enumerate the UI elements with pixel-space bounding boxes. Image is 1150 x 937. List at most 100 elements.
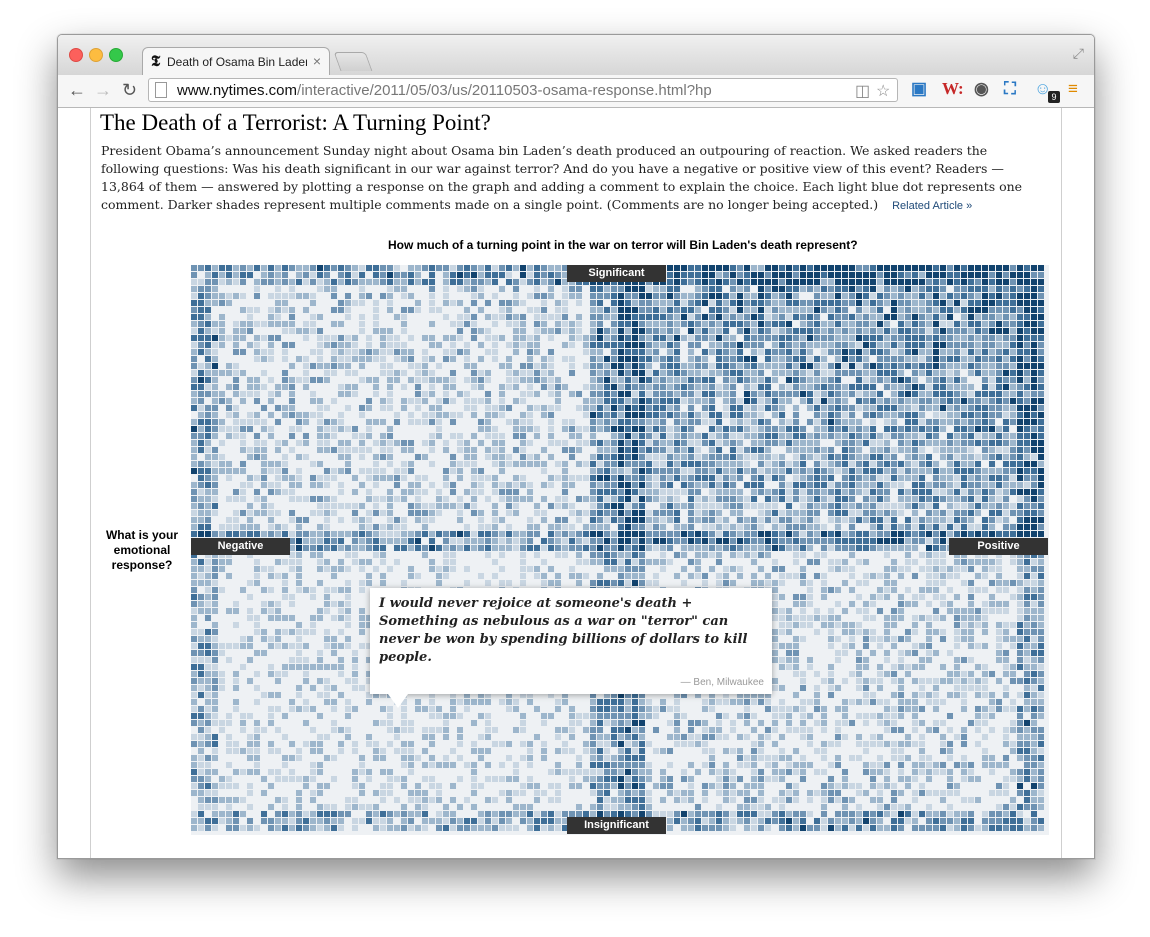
fullscreen-icon[interactable]: ⤢ xyxy=(1073,45,1084,62)
response-cell[interactable] xyxy=(590,468,596,474)
response-cell[interactable] xyxy=(870,265,876,271)
response-cell[interactable] xyxy=(1003,489,1009,495)
response-cell[interactable] xyxy=(1017,489,1023,495)
response-cell[interactable] xyxy=(996,314,1002,320)
response-cell[interactable] xyxy=(205,517,211,523)
response-cell[interactable] xyxy=(240,398,246,404)
response-cell[interactable] xyxy=(520,559,526,565)
response-cell[interactable] xyxy=(730,447,736,453)
response-cell[interactable] xyxy=(548,370,554,376)
response-cell[interactable] xyxy=(478,307,484,313)
response-cell[interactable] xyxy=(625,433,631,439)
response-cell[interactable] xyxy=(758,391,764,397)
response-cell[interactable] xyxy=(520,482,526,488)
response-cell[interactable] xyxy=(926,321,932,327)
response-cell[interactable] xyxy=(646,538,652,544)
response-cell[interactable] xyxy=(352,349,358,355)
response-cell[interactable] xyxy=(730,307,736,313)
response-cell[interactable] xyxy=(814,272,820,278)
response-cell[interactable] xyxy=(779,265,785,271)
response-cell[interactable] xyxy=(849,496,855,502)
response-cell[interactable] xyxy=(625,419,631,425)
response-cell[interactable] xyxy=(324,335,330,341)
response-cell[interactable] xyxy=(198,398,204,404)
response-cell[interactable] xyxy=(611,552,617,558)
response-cell[interactable] xyxy=(303,279,309,285)
response-cell[interactable] xyxy=(282,559,288,565)
response-cell[interactable] xyxy=(863,377,869,383)
response-cell[interactable] xyxy=(653,398,659,404)
response-cell[interactable] xyxy=(814,391,820,397)
response-cell[interactable] xyxy=(688,573,694,579)
response-cell[interactable] xyxy=(422,356,428,362)
response-cell[interactable] xyxy=(1031,412,1037,418)
response-cell[interactable] xyxy=(289,412,295,418)
response-cell[interactable] xyxy=(282,405,288,411)
response-cell[interactable] xyxy=(345,384,351,390)
response-cell[interactable] xyxy=(548,286,554,292)
response-cell[interactable] xyxy=(275,608,281,614)
response-cell[interactable] xyxy=(975,454,981,460)
response-cell[interactable] xyxy=(786,363,792,369)
response-cell[interactable] xyxy=(464,489,470,495)
response-cell[interactable] xyxy=(723,391,729,397)
response-cell[interactable] xyxy=(268,601,274,607)
response-cell[interactable] xyxy=(905,314,911,320)
response-cell[interactable] xyxy=(737,377,743,383)
response-cell[interactable] xyxy=(373,384,379,390)
response-cell[interactable] xyxy=(695,475,701,481)
response-cell[interactable] xyxy=(1010,461,1016,467)
response-cell[interactable] xyxy=(597,559,603,565)
response-cell[interactable] xyxy=(884,566,890,572)
response-cell[interactable] xyxy=(800,517,806,523)
response-cell[interactable] xyxy=(198,349,204,355)
response-cell[interactable] xyxy=(989,524,995,530)
response-cell[interactable] xyxy=(261,636,267,642)
response-cell[interactable] xyxy=(1038,412,1044,418)
response-cell[interactable] xyxy=(548,293,554,299)
response-cell[interactable] xyxy=(835,587,841,593)
response-cell[interactable] xyxy=(1031,496,1037,502)
response-cell[interactable] xyxy=(688,300,694,306)
response-cell[interactable] xyxy=(212,601,218,607)
response-cell[interactable] xyxy=(842,447,848,453)
response-cell[interactable] xyxy=(324,538,330,544)
response-cell[interactable] xyxy=(443,314,449,320)
response-cell[interactable] xyxy=(625,335,631,341)
response-cell[interactable] xyxy=(709,293,715,299)
response-cell[interactable] xyxy=(737,447,743,453)
response-cell[interactable] xyxy=(961,475,967,481)
response-cell[interactable] xyxy=(947,342,953,348)
response-cell[interactable] xyxy=(702,335,708,341)
response-cell[interactable] xyxy=(562,307,568,313)
response-cell[interactable] xyxy=(863,426,869,432)
response-cell[interactable] xyxy=(247,384,253,390)
response-cell[interactable] xyxy=(247,517,253,523)
response-cell[interactable] xyxy=(723,328,729,334)
response-cell[interactable] xyxy=(912,342,918,348)
response-cell[interactable] xyxy=(884,510,890,516)
response-cell[interactable] xyxy=(849,363,855,369)
response-cell[interactable] xyxy=(863,265,869,271)
response-cell[interactable] xyxy=(926,363,932,369)
response-cell[interactable] xyxy=(310,510,316,516)
response-cell[interactable] xyxy=(1024,377,1030,383)
response-cell[interactable] xyxy=(597,489,603,495)
response-cell[interactable] xyxy=(821,272,827,278)
response-cell[interactable] xyxy=(289,391,295,397)
response-cell[interactable] xyxy=(933,517,939,523)
response-cell[interactable] xyxy=(576,447,582,453)
response-cell[interactable] xyxy=(863,538,869,544)
response-cell[interactable] xyxy=(919,475,925,481)
response-cell[interactable] xyxy=(443,412,449,418)
response-cell[interactable] xyxy=(590,328,596,334)
response-cell[interactable] xyxy=(359,454,365,460)
response-cell[interactable] xyxy=(625,510,631,516)
response-cell[interactable] xyxy=(996,391,1002,397)
response-cell[interactable] xyxy=(436,426,442,432)
response-cell[interactable] xyxy=(345,293,351,299)
response-cell[interactable] xyxy=(492,503,498,509)
response-cell[interactable] xyxy=(317,531,323,537)
response-cell[interactable] xyxy=(219,468,225,474)
response-cell[interactable] xyxy=(807,398,813,404)
